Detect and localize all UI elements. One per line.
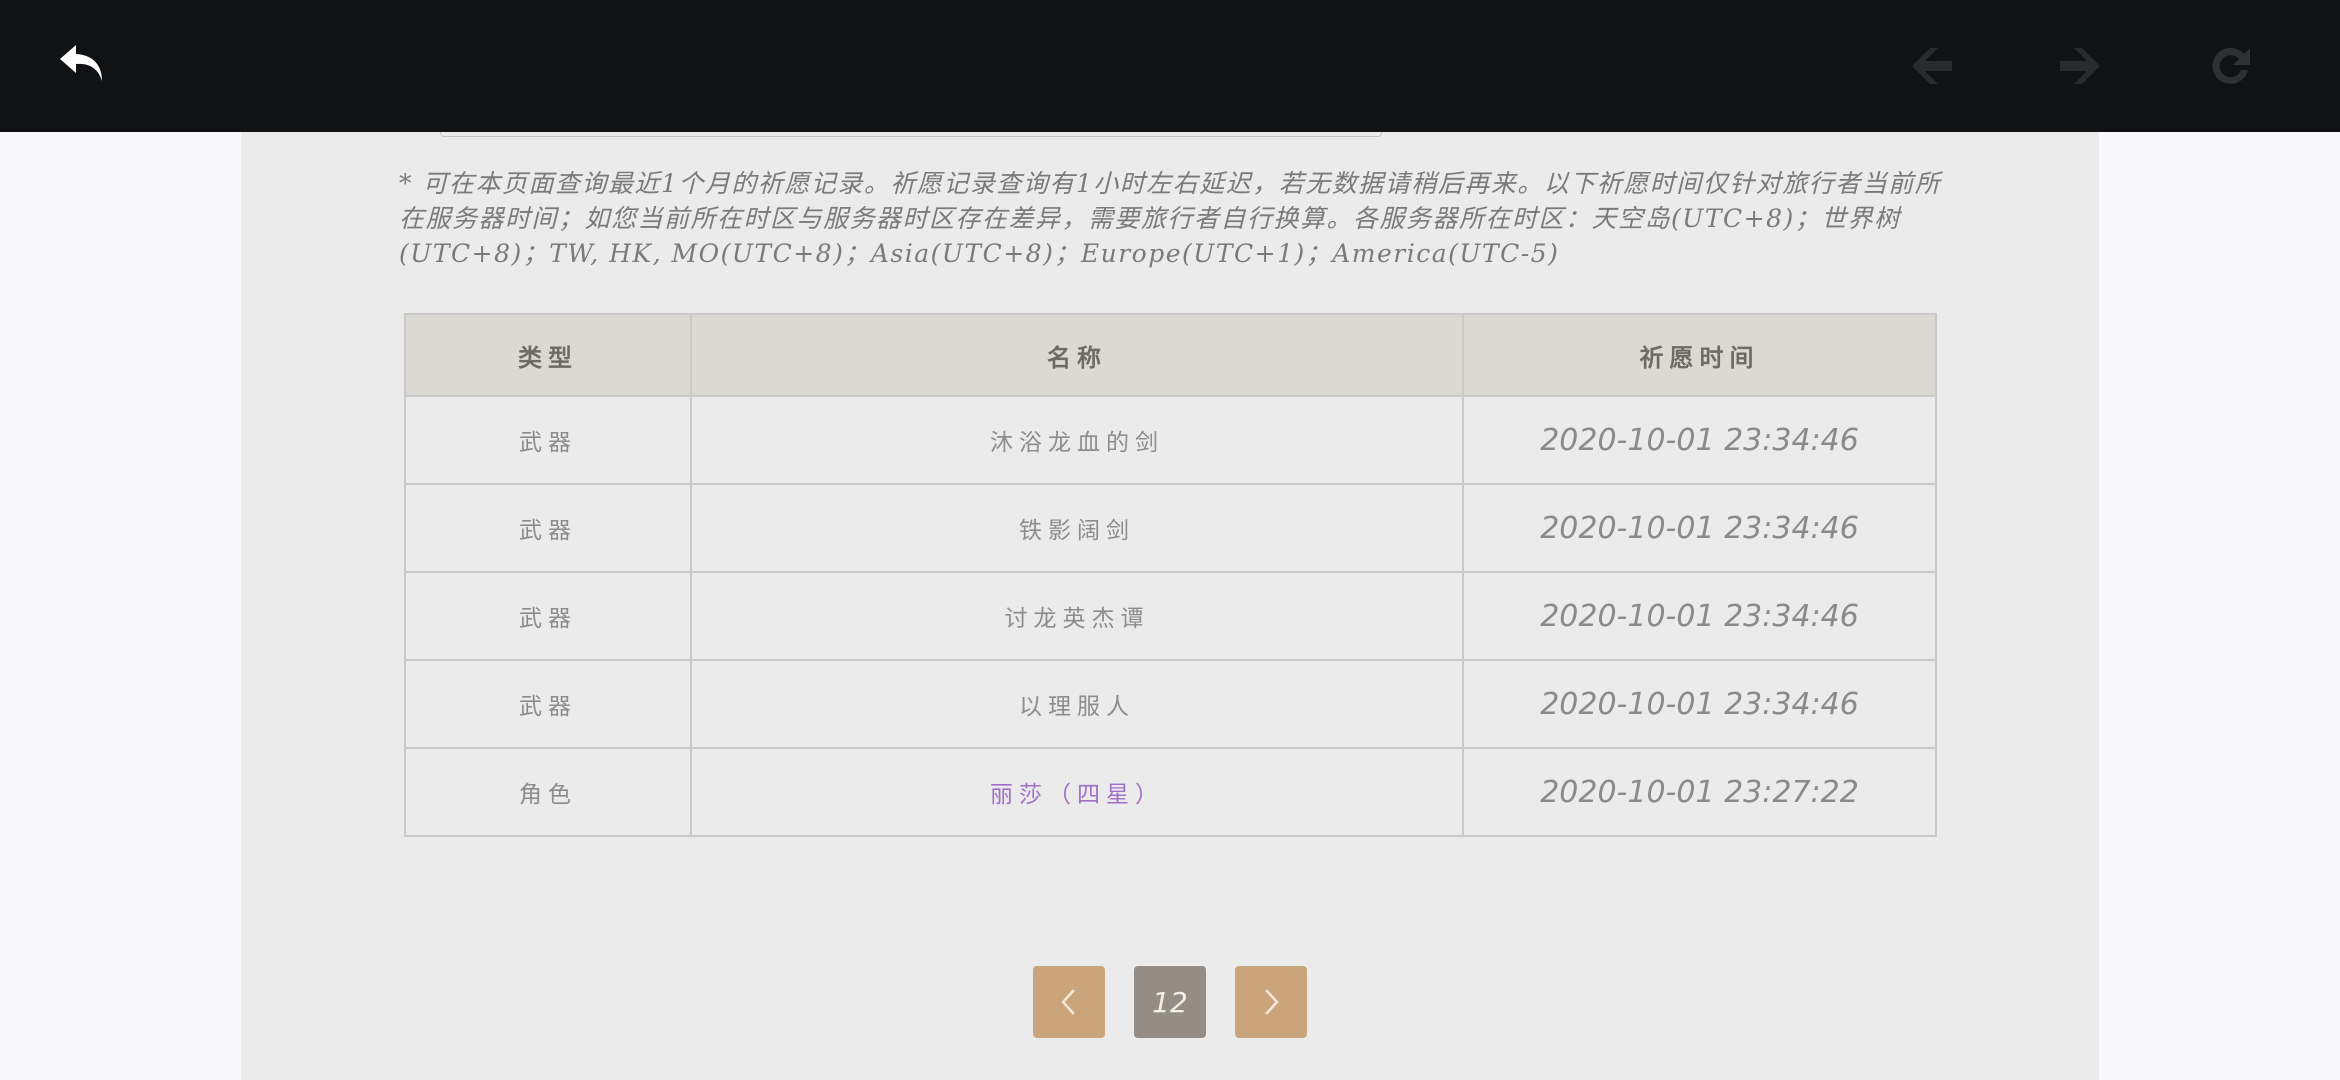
time-cell: 2020-10-01 23:27:22 [1462,747,1937,837]
type-cell: 角色 [404,747,692,837]
table-header-row: 类型 名称 祈愿时间 [404,313,1937,397]
type-cell: 武器 [404,483,692,573]
header-name: 名称 [690,313,1464,397]
table-row: 角色 丽莎（四星） 2020-10-01 23:27:22 [404,747,1937,837]
wish-history-panel: * 可在本页面查询最近1个月的祈愿记录。祈愿记录查询有1小时左右延迟，若无数据请… [241,132,2099,1080]
chevron-right-icon [1265,989,1279,1015]
reload-icon [2212,47,2250,84]
time-cell: 2020-10-01 23:34:46 [1462,571,1937,661]
name-cell: 铁影阔剑 [690,483,1464,573]
current-page-indicator: 12 [1134,966,1206,1038]
page-back-button[interactable] [1902,36,1962,96]
diamond-arrow-left-icon [1912,48,1952,84]
table-row: 武器 沐浴龙血的剑 2020-10-01 23:34:46 [404,395,1937,485]
back-arrow-icon [60,45,102,81]
header-time: 祈愿时间 [1462,313,1937,397]
type-cell: 武器 [404,571,692,661]
tab-bar-edge [440,132,1382,137]
pagination: 12 [241,966,2099,1038]
table-row: 武器 以理服人 2020-10-01 23:34:46 [404,659,1937,749]
next-page-button[interactable] [1235,966,1307,1038]
chevron-left-icon [1061,989,1075,1015]
name-cell: 以理服人 [690,659,1464,749]
diamond-arrow-right-icon [2060,48,2100,84]
type-cell: 武器 [404,395,692,485]
wish-history-table: 类型 名称 祈愿时间 武器 沐浴龙血的剑 2020-10-01 23:34:46… [404,313,1937,837]
name-cell: 沐浴龙血的剑 [690,395,1464,485]
type-cell: 武器 [404,659,692,749]
prev-page-button[interactable] [1033,966,1105,1038]
notice-text: * 可在本页面查询最近1个月的祈愿记录。祈愿记录查询有1小时左右延迟，若无数据请… [399,169,1942,268]
top-toolbar [0,0,2340,132]
reload-button[interactable] [2200,36,2260,96]
header-type: 类型 [404,313,692,397]
page-forward-button[interactable] [2050,36,2110,96]
name-cell: 丽莎（四星） [690,747,1464,837]
name-cell: 讨龙英杰谭 [690,571,1464,661]
back-button[interactable] [52,36,112,96]
time-cell: 2020-10-01 23:34:46 [1462,395,1937,485]
time-cell: 2020-10-01 23:34:46 [1462,659,1937,749]
table-row: 武器 铁影阔剑 2020-10-01 23:34:46 [404,483,1937,573]
time-cell: 2020-10-01 23:34:46 [1462,483,1937,573]
table-row: 武器 讨龙英杰谭 2020-10-01 23:34:46 [404,571,1937,661]
